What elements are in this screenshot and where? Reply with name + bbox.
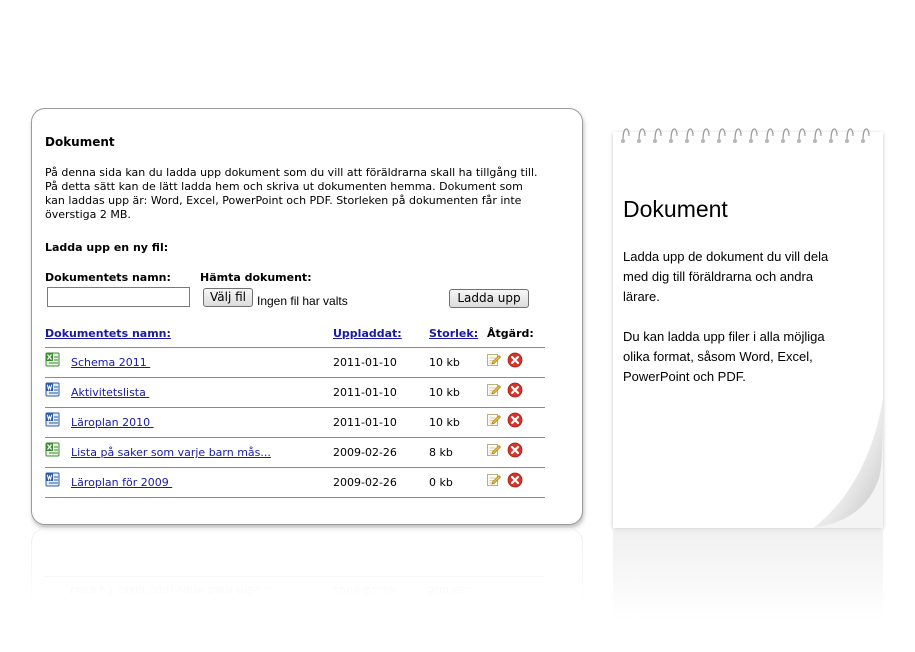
edit-icon[interactable]: [486, 352, 501, 367]
document-link[interactable]: Aktivitetslista: [71, 386, 149, 399]
column-header-action: Åtgärd:: [487, 327, 534, 340]
choose-file-button[interactable]: Välj fil: [203, 288, 254, 307]
panel-reflection: Lista på saker som varje barn mås... 200…: [31, 528, 583, 618]
no-file-chosen-text: Ingen fil har valts: [257, 294, 348, 308]
notepad-paragraph: Du kan ladda upp filer i alla möjliga ol…: [623, 329, 825, 384]
document-name-input[interactable]: [47, 287, 190, 307]
fetch-document-label: Hämta dokument:: [200, 271, 312, 284]
edit-icon[interactable]: [486, 382, 501, 397]
page-curl-icon: [813, 398, 883, 528]
reflection-divider: [44, 576, 544, 577]
table-row: Lista på saker som varje barn mås... 200…: [45, 437, 545, 467]
upload-button[interactable]: Ladda upp: [449, 289, 529, 308]
column-header-name[interactable]: Dokumentets namn:: [45, 327, 171, 340]
table-row: Aktivitetslista 2011-01-10 10 kb: [45, 377, 545, 407]
delete-icon[interactable]: [507, 352, 523, 368]
table-row: Schema 2011 2011-01-10 10 kb: [45, 347, 545, 377]
notepad-title: Dokument: [623, 196, 728, 222]
edit-icon[interactable]: [486, 442, 501, 457]
upload-heading: Ladda upp en ny fil:: [45, 241, 169, 254]
edit-icon[interactable]: [486, 472, 501, 487]
info-notepad: Dokument Ladda upp de dokument du vill d…: [613, 128, 883, 528]
intro-text: På denna sida kan du ladda upp dokument …: [45, 166, 538, 221]
documents-panel: Dokument På denna sida kan du ladda upp …: [31, 108, 583, 525]
document-upload-date: 2011-01-10: [333, 356, 397, 369]
reflection-text: Lista på saker som varje barn mås...: [70, 584, 270, 597]
document-size: 10 kb: [429, 416, 460, 429]
table-row: Läroplan för 2009 2009-02-26 0 kb: [45, 467, 545, 497]
column-header-uploaded[interactable]: Uppladdat:: [333, 327, 402, 340]
document-upload-date: 2011-01-10: [333, 416, 397, 429]
excel-file-icon: [45, 352, 60, 367]
excel-file-icon: [45, 442, 60, 457]
word-file-icon: [45, 382, 60, 397]
document-link[interactable]: Schema 2011: [71, 356, 150, 369]
edit-icon[interactable]: [486, 412, 501, 427]
document-upload-date: 2009-02-26: [333, 446, 397, 459]
delete-icon[interactable]: [507, 412, 523, 428]
reflection-border: [31, 528, 583, 618]
reflection-text: Storlek:: [428, 584, 471, 597]
reflection-text: 2009-02-26: [332, 584, 396, 597]
page-title: Dokument: [45, 135, 115, 149]
word-file-icon: [45, 472, 60, 487]
spiral-binding-icon: [621, 128, 870, 143]
table-row: Läroplan 2010 2011-01-10 10 kb: [45, 407, 545, 437]
document-size: 10 kb: [429, 356, 460, 369]
document-link[interactable]: Lista på saker som varje barn mås...: [71, 446, 271, 459]
document-upload-date: 2009-02-26: [333, 476, 397, 489]
document-size: 10 kb: [429, 386, 460, 399]
delete-icon[interactable]: [507, 472, 523, 488]
reflection-fade: [31, 528, 583, 618]
table-divider: [45, 497, 545, 498]
notepad-paragraph: Ladda upp de dokument du vill dela med d…: [623, 249, 829, 304]
delete-icon[interactable]: [507, 382, 523, 398]
document-link[interactable]: Läroplan för 2009: [71, 476, 172, 489]
word-file-icon: [45, 412, 60, 427]
document-link[interactable]: Läroplan 2010: [71, 416, 154, 429]
document-size: 8 kb: [429, 446, 453, 459]
column-header-size[interactable]: Storlek:: [429, 327, 478, 340]
document-name-label: Dokumentets namn:: [45, 271, 171, 284]
notepad-text: Ladda upp de dokument du vill dela med d…: [623, 247, 848, 407]
document-size: 0 kb: [429, 476, 453, 489]
document-upload-date: 2011-01-10: [333, 386, 397, 399]
notepad-reflection: [613, 530, 883, 620]
delete-icon[interactable]: [507, 442, 523, 458]
